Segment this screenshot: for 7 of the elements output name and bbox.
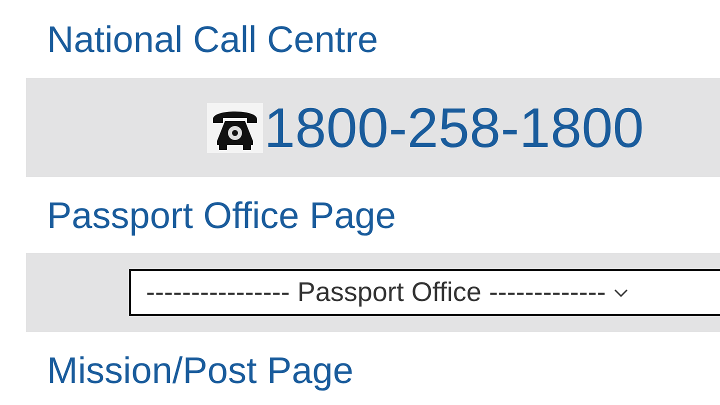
section-heading: Passport Office Page: [47, 196, 396, 234]
telephone-icon: [207, 102, 263, 152]
office-dropdown[interactable]: ---------------- Passport Office -------------: [129, 269, 720, 316]
section-heading: National Call Centre: [47, 20, 378, 58]
phone-number: 1800-258-1800: [264, 100, 644, 156]
chevron-icon: [614, 288, 628, 296]
section-heading: Mission/Post Page: [47, 352, 354, 388]
